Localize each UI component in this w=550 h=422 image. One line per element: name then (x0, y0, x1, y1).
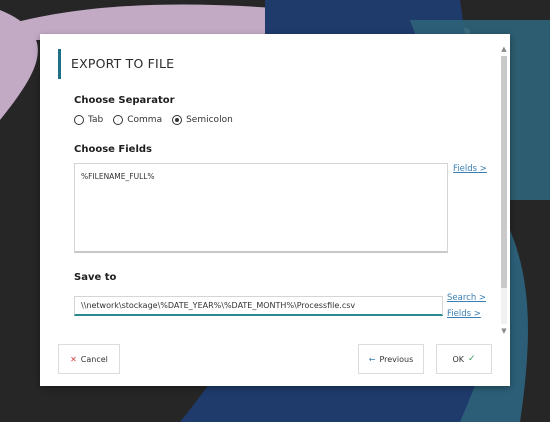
export-dialog: EXPORT TO FILE Choose Separator Tab Comm… (40, 34, 510, 386)
radio-tab[interactable]: Tab (74, 115, 103, 125)
radio-comma[interactable]: Comma (113, 115, 162, 125)
dialog-scrollbar[interactable]: ▲ ▼ (499, 44, 509, 336)
save-fields-link[interactable]: Fields > (447, 309, 481, 319)
check-icon: ✓ (468, 354, 476, 364)
previous-button-label: Previous (379, 354, 414, 364)
fields-textarea[interactable]: %FILENAME_FULL% (74, 163, 448, 253)
radio-tab-label: Tab (88, 115, 104, 125)
radio-comma-label: Comma (127, 115, 163, 125)
scroll-thumb[interactable] (501, 56, 507, 288)
radio-semicolon-label: Semicolon (186, 115, 233, 125)
dialog-title-bar: EXPORT TO FILE (58, 49, 174, 79)
radio-tab-circle[interactable] (74, 115, 84, 125)
cancel-button-label: Cancel (80, 354, 108, 364)
cancel-button[interactable]: ✕ Cancel (58, 344, 120, 374)
fields-link[interactable]: Fields > (453, 164, 487, 174)
save-to-input[interactable]: \\network\stockage\%DATE_YEAR%\%DATE_MON… (74, 296, 443, 316)
separator-label: Choose Separator (74, 95, 175, 106)
radio-semicolon[interactable]: Semicolon (172, 115, 233, 125)
search-link[interactable]: Search > (447, 293, 486, 303)
fields-label: Choose Fields (74, 144, 152, 155)
ok-button[interactable]: OK ✓ (436, 344, 492, 374)
ok-button-label: OK (452, 354, 464, 364)
previous-button[interactable]: ← Previous (358, 344, 424, 374)
radio-comma-circle[interactable] (113, 115, 124, 125)
radio-semicolon-circle[interactable] (172, 115, 183, 125)
save-to-label: Save to (74, 272, 117, 283)
close-icon: ✕ (70, 354, 77, 364)
scroll-up-arrow-icon[interactable]: ▲ (499, 44, 509, 54)
separator-radio-group: Tab Comma Semicolon (74, 115, 243, 125)
dialog-title: EXPORT TO FILE (71, 56, 175, 71)
arrow-left-icon: ← (368, 354, 376, 364)
scroll-down-arrow-icon[interactable]: ▼ (499, 326, 509, 336)
